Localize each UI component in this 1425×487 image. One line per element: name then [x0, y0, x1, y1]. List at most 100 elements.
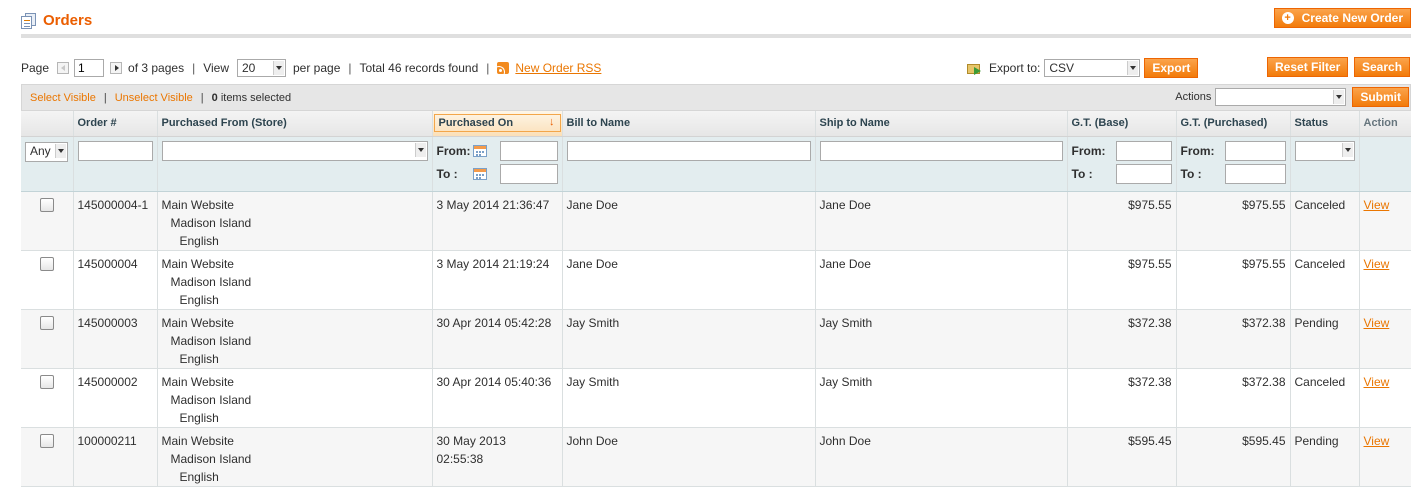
store-group: Madison Island: [170, 274, 252, 289]
order-number: 145000003: [73, 309, 158, 369]
from-label: From:: [1071, 143, 1106, 158]
from-label: From:: [1180, 143, 1215, 158]
calendar-icon[interactable]: [472, 144, 487, 157]
status: Pending: [1290, 309, 1360, 369]
store-group: Madison Island: [170, 451, 252, 466]
actions-label: Actions: [1175, 91, 1212, 103]
store-cell: Main Website Madison Island English: [157, 309, 433, 369]
row-checkbox[interactable]: [39, 433, 54, 448]
date-from-input[interactable]: [499, 140, 558, 161]
create-new-order-button[interactable]: + Create New Order: [1273, 8, 1411, 28]
status: Canceled: [1290, 250, 1360, 310]
view-link[interactable]: View: [1364, 375, 1390, 389]
purchased-on: 3 May 2014 21:19:24: [432, 250, 563, 310]
column-action: Action: [1359, 111, 1411, 137]
select-visible-link[interactable]: Select Visible: [30, 92, 96, 104]
page-header: Orders + Create New Order: [21, 8, 1411, 38]
chevron-down-icon: [414, 142, 426, 157]
column-status[interactable]: Status: [1290, 111, 1360, 137]
row-checkbox[interactable]: [39, 197, 54, 212]
column-purchased-on[interactable]: Purchased On ↓: [432, 111, 563, 137]
purchased-date: 3 May 2014 21:19:24: [436, 256, 550, 271]
page-title-text: Orders: [43, 12, 93, 29]
selected-count: 0: [211, 91, 218, 104]
purchased-date: 30 May 2013: [436, 433, 506, 448]
chevron-down-icon: [1333, 90, 1345, 104]
next-page-icon[interactable]: [110, 62, 123, 74]
order-filter-input[interactable]: [77, 140, 153, 161]
gt-purchased-from-input[interactable]: [1224, 140, 1286, 161]
column-store[interactable]: Purchased From (Store): [157, 111, 433, 137]
column-gt-base[interactable]: G.T. (Base): [1067, 111, 1177, 137]
separator: |: [200, 91, 204, 104]
items-selected-label: items selected: [220, 91, 292, 104]
filter-order: [73, 136, 158, 192]
view-link[interactable]: View: [1364, 316, 1390, 330]
separator: |: [192, 61, 196, 75]
filter-purchased-on: From: To :: [432, 136, 563, 192]
ship-to-name: Jay Smith: [815, 368, 1068, 428]
create-new-order-label: Create New Order: [1301, 11, 1403, 25]
export-button[interactable]: Export: [1144, 58, 1199, 78]
bill-to-filter-input[interactable]: [566, 140, 811, 161]
column-gt-purchased[interactable]: G.T. (Purchased): [1176, 111, 1291, 137]
page-title: Orders: [21, 12, 92, 29]
column-order[interactable]: Order #: [73, 111, 158, 137]
store-website: Main Website: [161, 315, 234, 330]
chevron-down-icon: [1341, 142, 1353, 157]
per-page-label: per page: [293, 61, 341, 75]
store-website: Main Website: [161, 197, 234, 212]
row-checkbox[interactable]: [39, 315, 54, 330]
row-select-cell: [21, 191, 74, 251]
select-filter[interactable]: Any: [25, 141, 68, 162]
column-bill-to[interactable]: Bill to Name: [562, 111, 816, 137]
page-count-text: of 3 pages: [128, 61, 185, 75]
row-checkbox[interactable]: [39, 374, 54, 389]
previous-page-icon[interactable]: [57, 62, 70, 74]
view-link[interactable]: View: [1364, 257, 1390, 271]
export-format-select[interactable]: CSV: [1044, 59, 1141, 77]
store-cell: Main Website Madison Island English: [157, 250, 433, 310]
column-select: [21, 111, 74, 137]
filter-store: [157, 136, 433, 192]
table-row[interactable]: 145000002 Main Website Madison Island Engl…: [21, 368, 1411, 428]
gt-base-from-input[interactable]: [1115, 140, 1172, 161]
unselect-visible-link[interactable]: Unselect Visible: [115, 92, 193, 104]
calendar-icon[interactable]: [472, 167, 487, 180]
export-area: Export to: CSV Export: [967, 58, 1199, 78]
filter-status: [1290, 136, 1360, 192]
status-filter-select[interactable]: [1294, 140, 1355, 161]
gt-purchased-to-input[interactable]: [1224, 163, 1286, 184]
gt-purchased: $372.38: [1176, 368, 1291, 428]
row-checkbox[interactable]: [39, 256, 54, 271]
rss-icon: [497, 62, 510, 74]
date-to-input[interactable]: [499, 163, 558, 184]
ship-to-name: Jay Smith: [815, 309, 1068, 369]
store-view: English: [179, 233, 219, 248]
page-number-input[interactable]: [74, 59, 105, 77]
row-select-cell: [21, 309, 74, 369]
table-row[interactable]: 145000003 Main Website Madison Island Engl…: [21, 309, 1411, 369]
purchased-time: 02:55:38: [436, 451, 484, 466]
column-purchased-on-label: Purchased On: [438, 117, 514, 130]
per-page-select[interactable]: 20: [237, 59, 286, 77]
ship-to-filter-input[interactable]: [819, 140, 1063, 161]
new-order-rss-link[interactable]: New Order RSS: [515, 61, 601, 75]
store-cell: Main Website Madison Island English: [157, 368, 433, 428]
gt-base: $372.38: [1067, 309, 1177, 369]
store-filter-select[interactable]: [161, 140, 428, 161]
column-ship-to[interactable]: Ship to Name: [815, 111, 1068, 137]
plus-icon: +: [1281, 12, 1294, 24]
view-link[interactable]: View: [1364, 198, 1390, 212]
submit-button[interactable]: Submit: [1352, 87, 1409, 107]
gt-base: $372.38: [1067, 368, 1177, 428]
export-format-value: CSV: [1049, 61, 1075, 75]
table-row[interactable]: 145000004-1 Main Website Madison Island En…: [21, 191, 1411, 251]
view-link[interactable]: View: [1364, 434, 1390, 448]
massaction-bar: Select Visible | Unselect Visible | 0 it…: [21, 84, 1411, 111]
search-button[interactable]: Search: [1354, 57, 1411, 77]
table-row[interactable]: 145000004 Main Website Madison Island Engl…: [21, 250, 1411, 310]
actions-select[interactable]: [1215, 88, 1347, 106]
gt-base-to-input[interactable]: [1115, 163, 1172, 184]
reset-filter-button[interactable]: Reset Filter: [1267, 57, 1349, 77]
